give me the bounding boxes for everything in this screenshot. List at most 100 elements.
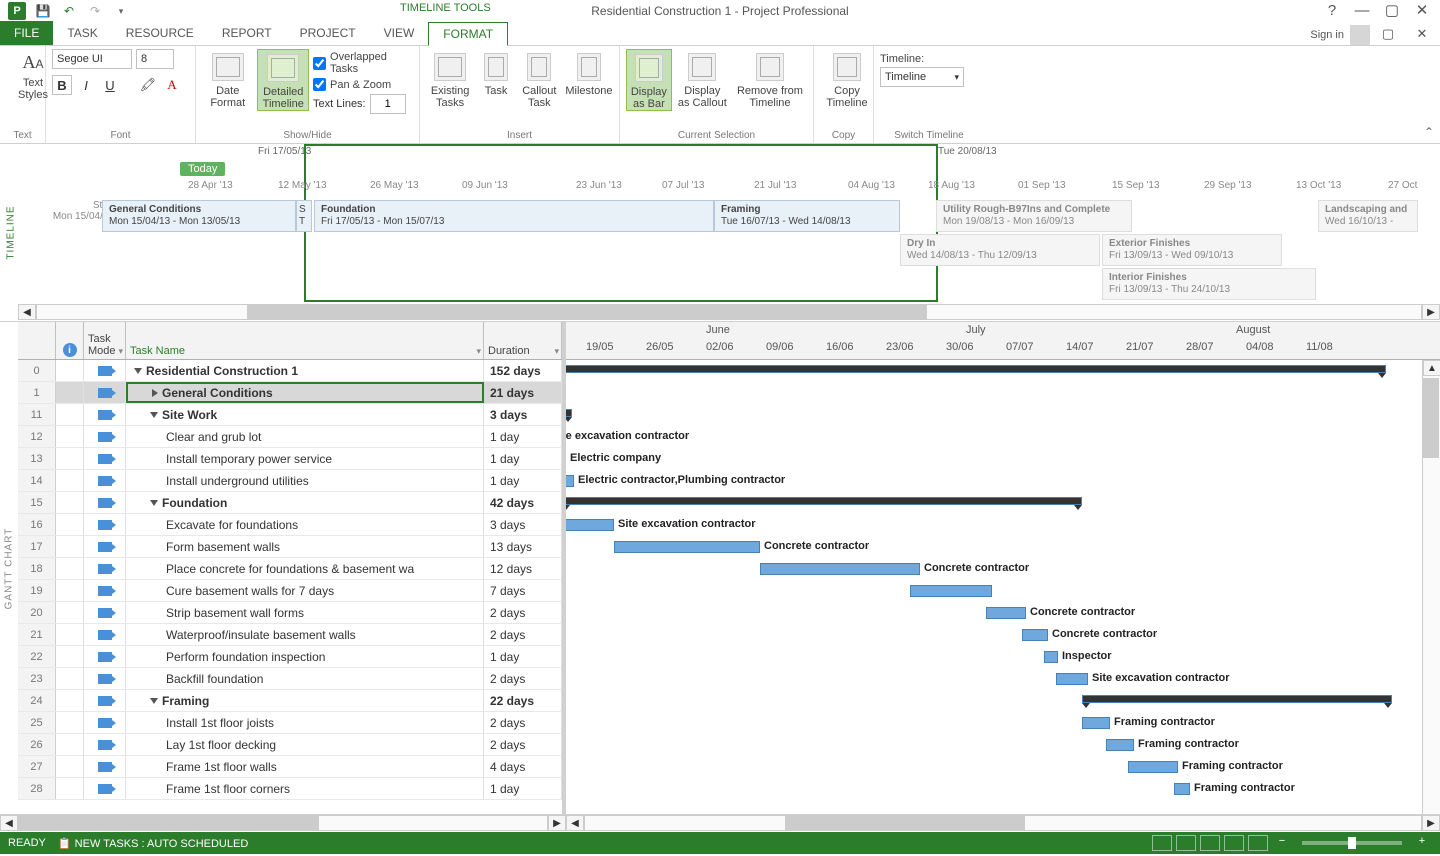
- timeline-bar[interactable]: FoundationFri 17/05/13 - Mon 15/07/13: [314, 200, 714, 232]
- task-row[interactable]: 24 Framing 22 days: [18, 690, 562, 712]
- collapse-ribbon-icon[interactable]: ⌃: [1424, 125, 1434, 139]
- detailed-timeline-button[interactable]: Detailed Timeline: [257, 49, 309, 111]
- task-row[interactable]: 21 Waterproof/insulate basement walls 2 …: [18, 624, 562, 646]
- task-name-header[interactable]: Task Name▾: [126, 322, 484, 359]
- task-name-cell[interactable]: Waterproof/insulate basement walls: [126, 624, 484, 645]
- task-row[interactable]: 17 Form basement walls 13 days: [18, 536, 562, 558]
- task-bar[interactable]: [566, 475, 574, 487]
- timeline-bar[interactable]: Exterior FinishesFri 13/09/13 - Wed 09/1…: [1102, 234, 1282, 266]
- task-name-cell[interactable]: Install 1st floor joists: [126, 712, 484, 733]
- task-name-cell[interactable]: Form basement walls: [126, 536, 484, 557]
- existing-tasks-button[interactable]: Existing Tasks: [426, 49, 474, 109]
- format-tab[interactable]: FORMAT: [428, 22, 508, 46]
- file-tab[interactable]: FILE: [0, 21, 53, 45]
- task-name-cell[interactable]: Backfill foundation: [126, 668, 484, 689]
- info-header[interactable]: i: [56, 322, 84, 359]
- qat-dropdown-icon[interactable]: ▾: [110, 0, 132, 22]
- task-row[interactable]: 20 Strip basement wall forms 2 days: [18, 602, 562, 624]
- font-color-button[interactable]: A: [162, 75, 182, 95]
- save-icon[interactable]: 💾: [32, 0, 54, 22]
- duration-cell[interactable]: 2 days: [484, 602, 562, 623]
- font-name-select[interactable]: Segoe UI: [52, 49, 132, 69]
- duration-cell[interactable]: 2 days: [484, 712, 562, 733]
- duration-cell[interactable]: 2 days: [484, 734, 562, 755]
- grid-scroll-left-icon[interactable]: ◀: [0, 815, 18, 831]
- undo-icon[interactable]: ↶: [58, 0, 80, 22]
- timeline-select[interactable]: Timeline▾: [880, 67, 964, 87]
- display-as-bar-button[interactable]: Display as Bar: [626, 49, 672, 111]
- minimize-icon[interactable]: —: [1348, 0, 1376, 20]
- task-name-cell[interactable]: Lay 1st floor decking: [126, 734, 484, 755]
- duration-cell[interactable]: 7 days: [484, 580, 562, 601]
- task-mode-header[interactable]: Task Mode▾: [84, 322, 126, 359]
- grid-scroll-right-icon[interactable]: ▶: [548, 815, 566, 831]
- duration-cell[interactable]: 21 days: [484, 382, 562, 403]
- scroll-right-icon[interactable]: ▶: [1422, 304, 1440, 320]
- task-row[interactable]: 22 Perform foundation inspection 1 day: [18, 646, 562, 668]
- text-lines-input[interactable]: [370, 94, 406, 114]
- task-name-cell[interactable]: Frame 1st floor walls: [126, 756, 484, 777]
- view-task-usage-icon[interactable]: [1176, 835, 1196, 851]
- task-name-cell[interactable]: Foundation: [126, 492, 484, 513]
- zoom-in-icon[interactable]: +: [1412, 835, 1432, 851]
- task-row[interactable]: 11 Site Work 3 days: [18, 404, 562, 426]
- task-name-cell[interactable]: Perform foundation inspection: [126, 646, 484, 667]
- task-row[interactable]: 12 Clear and grub lot 1 day: [18, 426, 562, 448]
- timeline-hscroll[interactable]: ◀ ▶: [18, 303, 1440, 321]
- date-format-button[interactable]: Date Format: [202, 49, 253, 109]
- pan-zoom-checkbox[interactable]: Pan & Zoom: [313, 78, 413, 91]
- italic-button[interactable]: I: [76, 75, 96, 95]
- task-bar[interactable]: [614, 541, 760, 553]
- timeline-bar[interactable]: Interior FinishesFri 13/09/13 - Thu 24/1…: [1102, 268, 1316, 300]
- duration-cell[interactable]: 1 day: [484, 470, 562, 491]
- duration-cell[interactable]: 152 days: [484, 360, 562, 381]
- task-row[interactable]: 1 General Conditions 21 days: [18, 382, 562, 404]
- task-button[interactable]: Task: [478, 49, 514, 97]
- bold-button[interactable]: B: [52, 75, 72, 95]
- task-name-cell[interactable]: Frame 1st floor corners: [126, 778, 484, 799]
- sign-in[interactable]: Sign in: [1310, 25, 1370, 45]
- task-bar[interactable]: [1044, 651, 1058, 663]
- task-row[interactable]: 19 Cure basement walls for 7 days 7 days: [18, 580, 562, 602]
- project-tab[interactable]: PROJECT: [286, 21, 370, 45]
- task-name-cell[interactable]: Install underground utilities: [126, 470, 484, 491]
- task-name-cell[interactable]: Strip basement wall forms: [126, 602, 484, 623]
- duration-cell[interactable]: 1 day: [484, 778, 562, 799]
- zoom-out-icon[interactable]: −: [1272, 835, 1292, 851]
- task-name-cell[interactable]: General Conditions: [126, 382, 484, 403]
- chart-scroll-right-icon[interactable]: ▶: [1422, 815, 1440, 831]
- task-bar[interactable]: [910, 585, 992, 597]
- chart-scroll-left-icon[interactable]: ◀: [566, 815, 584, 831]
- display-as-callout-button[interactable]: Display as Callout: [676, 49, 729, 109]
- duration-cell[interactable]: 12 days: [484, 558, 562, 579]
- task-name-cell[interactable]: Clear and grub lot: [126, 426, 484, 447]
- duration-cell[interactable]: 3 days: [484, 404, 562, 425]
- zoom-slider[interactable]: [1302, 841, 1402, 845]
- duration-cell[interactable]: 42 days: [484, 492, 562, 513]
- copy-timeline-button[interactable]: Copy Timeline: [820, 49, 874, 109]
- task-name-cell[interactable]: Excavate for foundations: [126, 514, 484, 535]
- summary-bar[interactable]: [566, 409, 572, 417]
- task-row[interactable]: 25 Install 1st floor joists 2 days: [18, 712, 562, 734]
- task-name-cell[interactable]: Framing: [126, 690, 484, 711]
- milestone-button[interactable]: Milestone: [565, 49, 613, 97]
- view-resource-sheet-icon[interactable]: [1224, 835, 1244, 851]
- task-row[interactable]: 27 Frame 1st floor walls 4 days: [18, 756, 562, 778]
- task-name-cell[interactable]: Cure basement walls for 7 days: [126, 580, 484, 601]
- duration-cell[interactable]: 1 day: [484, 646, 562, 667]
- task-row[interactable]: 15 Foundation 42 days: [18, 492, 562, 514]
- app-icon[interactable]: P: [6, 0, 28, 22]
- task-bar[interactable]: [1106, 739, 1134, 751]
- duration-cell[interactable]: 13 days: [484, 536, 562, 557]
- task-bar[interactable]: [1082, 717, 1110, 729]
- task-row[interactable]: 0 Residential Construction 1 152 days: [18, 360, 562, 382]
- doc-close-icon[interactable]: ✕: [1408, 24, 1436, 44]
- resource-tab[interactable]: RESOURCE: [112, 21, 208, 45]
- duration-cell[interactable]: 4 days: [484, 756, 562, 777]
- view-team-planner-icon[interactable]: [1200, 835, 1220, 851]
- summary-bar[interactable]: [1082, 695, 1392, 703]
- task-row[interactable]: 28 Frame 1st floor corners 1 day: [18, 778, 562, 800]
- task-bar[interactable]: [986, 607, 1026, 619]
- timeline-bar[interactable]: General ConditionsMon 15/04/13 - Mon 13/…: [102, 200, 296, 232]
- task-bar[interactable]: [1128, 761, 1178, 773]
